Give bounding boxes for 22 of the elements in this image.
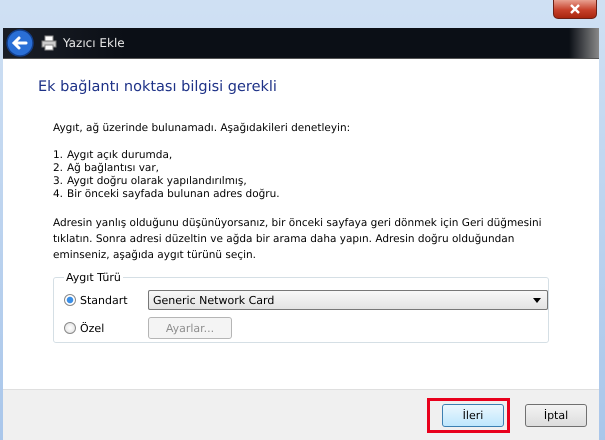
close-icon <box>569 4 581 14</box>
printer-icon <box>41 35 57 51</box>
intro-text: Aygıt, ağ üzerinde bulunamadı. Aşağıdakileri denetleyin: <box>52 122 352 134</box>
list-number: 4. <box>53 188 64 200</box>
checklist-item: Aygıt açık durumda, <box>67 149 172 161</box>
group-title: Aygıt Türü <box>65 271 122 284</box>
close-button[interactable] <box>553 0 597 19</box>
advice-text: Adresin yanlış olduğunu düşünüyorsanız, bir önceki sayfaya geri dönmek için Geri düğmesini tıklatın. Sonra adresi düzeltin ve ağda bir arama daha yapın. Adresin doğru olduğundan eminseniz, aşağıda aygıt türünü seçin. <box>52 216 543 263</box>
checklist-item: Bir önceki sayfada bulunan adres doğru. <box>67 188 280 200</box>
dropdown-caret-icon <box>533 298 541 302</box>
cancel-button[interactable]: İptal <box>525 404 587 426</box>
radio-option[interactable]: Standart <box>64 294 148 306</box>
page-heading: Ek bağlantı noktası bilgisi gerekli <box>38 79 278 95</box>
list-number: 1. <box>53 149 64 161</box>
list-number: 3. <box>53 175 64 187</box>
back-button[interactable] <box>5 28 35 58</box>
checklist-item: Aygıt doğru olarak yapılandırılmış, <box>67 175 247 187</box>
list-number: 2. <box>53 162 64 174</box>
next-button[interactable]: İleri <box>442 404 504 426</box>
window-title: Yazıcı Ekle <box>63 36 125 50</box>
device-dropdown[interactable]: Generic Network Card <box>148 290 548 310</box>
checklist-item: Ağ bağlantısı var, <box>67 162 160 174</box>
